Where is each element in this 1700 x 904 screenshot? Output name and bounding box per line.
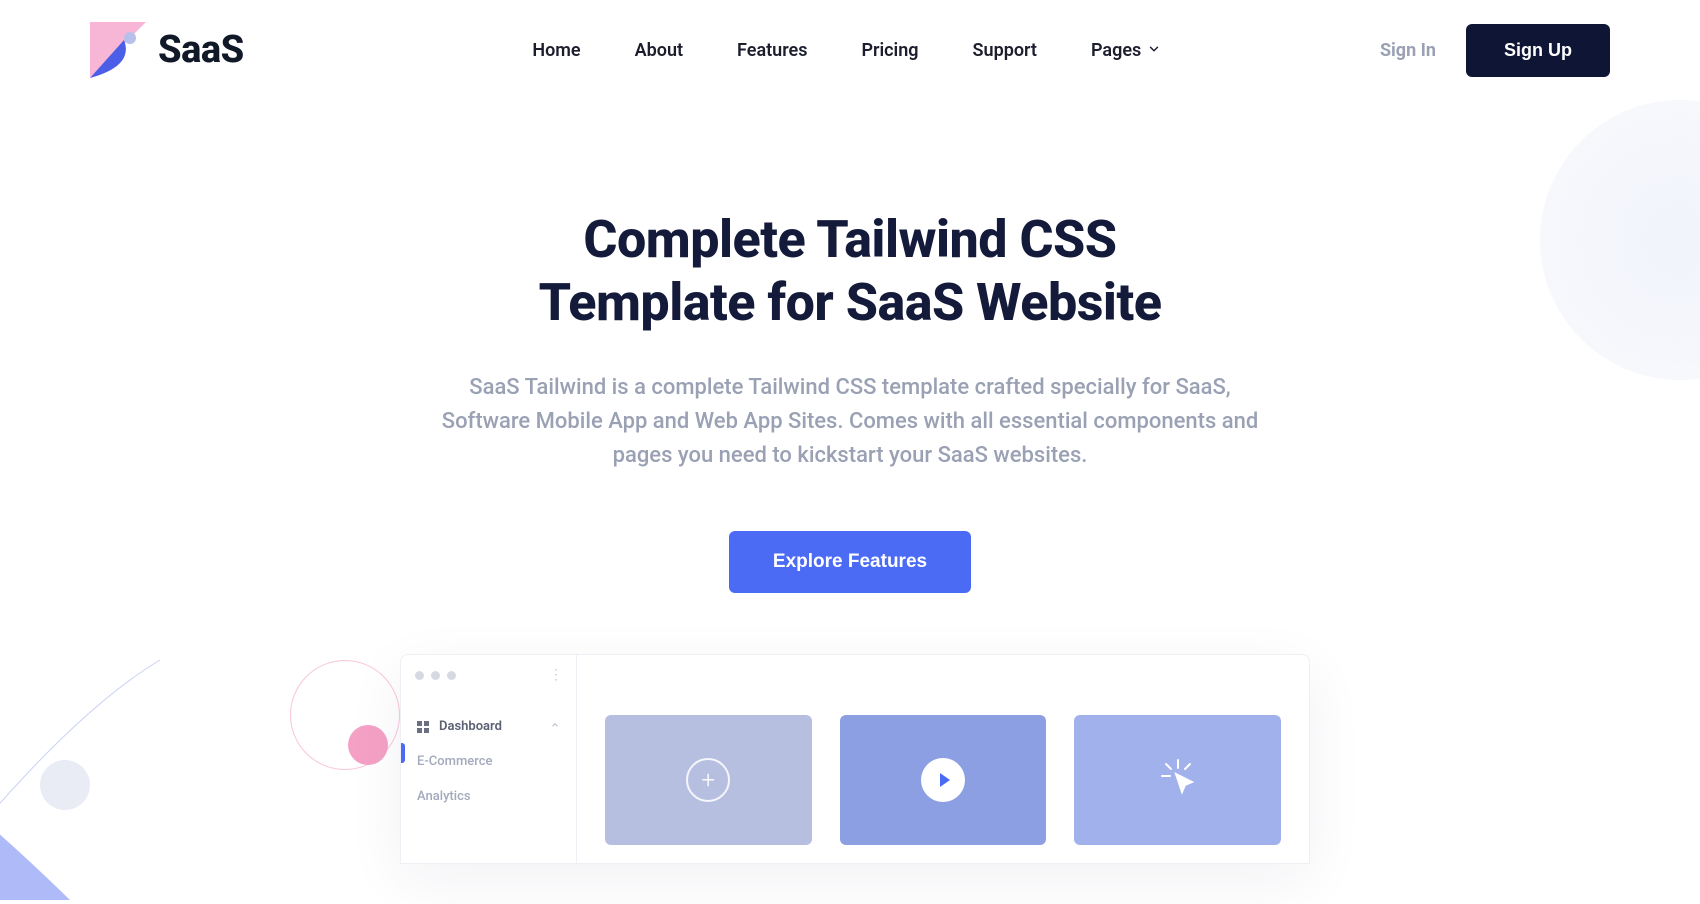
traffic-lights-icon	[415, 671, 456, 680]
sign-up-button[interactable]: Sign Up	[1466, 24, 1610, 77]
nav-features[interactable]: Features	[737, 40, 807, 61]
plus-circle-icon: +	[686, 758, 730, 802]
decorative-swoosh-left	[0, 600, 300, 900]
nav-pricing[interactable]: Pricing	[861, 40, 918, 61]
mock-card-play	[840, 715, 1047, 845]
chevron-up-icon	[550, 719, 560, 734]
mock-sidebar-label: Analytics	[417, 789, 471, 804]
auth-actions: Sign In Sign Up	[1380, 24, 1610, 77]
mock-sidebar-item-analytics: Analytics	[417, 789, 560, 804]
kebab-menu-icon: ⋮	[549, 667, 562, 683]
hero-title-line2: Template for SaaS Website	[539, 272, 1162, 333]
mock-sidebar-list: Dashboard E-Commerce Analytics	[401, 693, 576, 804]
logo[interactable]: SaaS	[90, 22, 244, 78]
mock-sidebar-item-dashboard: Dashboard	[417, 719, 560, 734]
mock-main-area: +	[577, 655, 1309, 863]
cursor-click-icon	[1158, 758, 1198, 802]
mock-card-add: +	[605, 715, 812, 845]
hero-title-line1: Complete Tailwind CSS	[583, 209, 1116, 270]
mock-dashboard-preview: ⋮ Dashboard E-Commerce Analytics	[400, 654, 1310, 864]
mock-sidebar-label: Dashboard	[439, 719, 502, 734]
nav-about[interactable]: About	[635, 40, 683, 61]
header: SaaS Home About Features Pricing Support…	[0, 0, 1700, 78]
mock-sidebar: ⋮ Dashboard E-Commerce Analytics	[401, 655, 577, 863]
mock-card-cursor	[1074, 715, 1281, 845]
hero-section: Complete Tailwind CSS Template for SaaS …	[0, 78, 1700, 593]
nav-home[interactable]: Home	[532, 40, 580, 61]
grid-icon	[417, 721, 429, 733]
nav-support[interactable]: Support	[973, 40, 1037, 61]
play-circle-icon	[921, 758, 965, 802]
chevron-down-icon	[1147, 40, 1161, 61]
nav-pages[interactable]: Pages	[1091, 40, 1161, 61]
sign-in-link[interactable]: Sign In	[1380, 40, 1436, 61]
mock-sidebar-label: E-Commerce	[417, 754, 492, 769]
hero-subtitle: SaaS Tailwind is a complete Tailwind CSS…	[435, 371, 1265, 473]
mock-active-indicator	[401, 743, 405, 763]
logo-text: SaaS	[158, 28, 244, 72]
mock-window-controls: ⋮	[401, 655, 576, 693]
decorative-dot-pink	[348, 725, 388, 765]
nav-pages-label: Pages	[1091, 40, 1141, 61]
logo-icon	[90, 22, 146, 78]
primary-nav: Home About Features Pricing Support Page…	[532, 40, 1161, 61]
hero-title: Complete Tailwind CSS Template for SaaS …	[0, 208, 1700, 335]
explore-features-button[interactable]: Explore Features	[729, 531, 971, 593]
mock-sidebar-item-ecommerce: E-Commerce	[417, 754, 560, 769]
